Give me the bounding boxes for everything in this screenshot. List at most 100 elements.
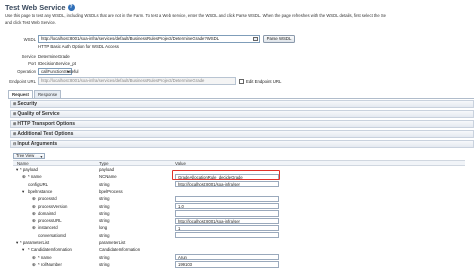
browse-icon[interactable] <box>253 37 258 41</box>
row-name: domainId <box>38 210 56 216</box>
page-title: Test Web Service <box>5 3 66 12</box>
tree-toggle-icon[interactable]: ⊕ <box>32 254 36 261</box>
row-name: * rollNumber <box>38 261 62 267</box>
row-type: string <box>99 210 110 216</box>
service-label: Service <box>21 54 36 59</box>
page-title-area: Test Web Service ? <box>5 3 75 12</box>
tab-request[interactable]: Request <box>8 90 33 98</box>
section-label: Input Arguments <box>17 141 58 147</box>
port-label: Port <box>28 61 36 66</box>
section-input-arguments[interactable]: ⊟ Input Arguments <box>10 140 474 148</box>
table-row: ▾ * parameterList parameterList <box>13 239 465 246</box>
row-type: string <box>99 254 110 260</box>
http-basic-auth-link[interactable]: HTTP Basic Auth Option for WSDL Access <box>38 44 119 49</box>
row-type: parameterList <box>99 240 126 245</box>
expand-icon: ⊞ <box>13 111 17 116</box>
row-type: string <box>99 232 110 238</box>
operation-value: callFunctionStateful <box>41 69 79 74</box>
endpoint-label: Endpoint URL <box>9 78 36 84</box>
section-label: Security <box>17 101 38 107</box>
endpoint-url-input[interactable]: http://localhost:8001/soa-infra/services… <box>38 77 236 85</box>
row-name: processURL <box>38 218 62 224</box>
tree-toggle-icon[interactable]: ▾ <box>16 239 18 246</box>
tree-toggle-icon[interactable]: ⊕ <box>22 173 26 180</box>
section-http-transport[interactable]: ⊞ HTTP Transport Options <box>10 120 474 128</box>
row-name: configURL <box>28 181 49 187</box>
collapse-icon: ⊟ <box>13 141 17 146</box>
value-input[interactable]: http://localhost:8001/soa-infra/ser <box>175 217 279 224</box>
edit-endpoint-checkbox[interactable] <box>239 79 244 84</box>
row-type: long <box>99 225 108 231</box>
wsdl-label: WSDL <box>23 36 36 42</box>
table-row: ⊕ * rollNumber string 199103 <box>13 261 465 268</box>
section-additional-test-options[interactable]: ⊞ Additional Test Options <box>10 130 474 138</box>
value-input[interactable]: 1 <box>175 224 279 232</box>
section-quality-of-service[interactable]: ⊞ Quality of Service <box>10 110 474 118</box>
edit-endpoint-label: Edit Endpoint URL <box>246 78 282 84</box>
value-input[interactable]: 1.0 <box>175 203 279 210</box>
tree-toggle-icon[interactable]: ⊕ <box>32 210 36 217</box>
tree-toggle-icon[interactable]: ⊕ <box>32 217 36 224</box>
row-type: payload <box>99 167 115 172</box>
tree-toggle-icon[interactable]: ⊕ <box>32 203 36 210</box>
table-row: ⊕ * name string Arun <box>13 254 465 261</box>
section-security[interactable]: ⊞ Security <box>10 100 474 108</box>
port-value: IDecisionService_pt <box>38 61 76 66</box>
table-row: ⊕ processVersion string 1.0 <box>13 203 465 210</box>
row-name: bpelInstance <box>28 188 53 194</box>
tree-toggle-icon[interactable]: ▾ <box>22 188 24 195</box>
value-input[interactable]: 199103 <box>175 261 279 268</box>
value-input[interactable] <box>175 210 279 217</box>
table-row: ⊕ domainId string <box>13 210 465 217</box>
tab-divider <box>8 98 474 99</box>
row-type: string <box>99 261 110 267</box>
instructions: Use this page to test any WSDL, includin… <box>5 13 473 26</box>
row-name: processVersion <box>38 203 68 209</box>
row-name: conversationId <box>38 232 66 238</box>
help-icon[interactable]: ? <box>67 4 75 11</box>
table-row: conversationId string <box>13 232 465 239</box>
value-input[interactable]: http://localhost:8001/soa-infra/ser <box>175 181 279 188</box>
row-type: string <box>99 196 110 202</box>
row-type: string <box>99 181 110 187</box>
row-name: instanceId <box>38 225 58 231</box>
tree-toggle-icon[interactable]: ⊕ <box>32 224 36 231</box>
tab-response[interactable]: Response <box>33 90 62 98</box>
section-label: Additional Test Options <box>17 131 74 137</box>
row-name: processId <box>38 196 57 202</box>
row-name: * parameterList <box>20 240 50 245</box>
value-input[interactable] <box>175 232 279 239</box>
chevron-down-icon: ▼ <box>39 154 43 159</box>
operation-select[interactable]: callFunctionStateful ▼ <box>38 68 79 75</box>
row-name: * name <box>28 174 42 180</box>
row-name: * name <box>38 254 52 260</box>
value-input[interactable] <box>175 195 279 202</box>
tree-toggle-icon[interactable]: ⊕ <box>32 195 36 202</box>
highlight-annotation <box>172 170 280 180</box>
expand-icon: ⊞ <box>13 121 17 126</box>
table-row: ⊕ processURL string http://localhost:800… <box>13 217 465 224</box>
tree-toggle-icon[interactable]: ⊕ <box>32 261 36 268</box>
wsdl-input[interactable]: http://localhost:8001/soa-infra/services… <box>38 35 260 43</box>
tree-toggle-icon[interactable]: ▾ <box>22 246 24 253</box>
instruction-line: and click Test Web Service. <box>5 19 57 25</box>
row-type: string <box>99 218 110 224</box>
table-row: ⊕ instanceId long 1 <box>13 224 465 232</box>
expand-icon: ⊞ <box>13 101 17 106</box>
row-name: * payload <box>20 167 38 172</box>
parse-wsdl-button[interactable]: Parse WSDL <box>263 35 295 43</box>
tree-view-select[interactable]: Tree View ▼ <box>13 153 45 159</box>
table-row: configURL string http://localhost:8001/s… <box>13 181 465 188</box>
tab-bar: Request Response <box>8 90 62 98</box>
row-type: CandidateInformation <box>99 247 141 253</box>
chevron-down-icon: ▼ <box>66 70 70 74</box>
service-value: DetermineGrade <box>38 54 70 59</box>
row-type: NCName <box>99 174 117 180</box>
table-row: ⊕ processId string <box>13 195 465 202</box>
table-row: ▾ * CandidateInformation CandidateInform… <box>13 246 465 253</box>
value-input[interactable]: Arun <box>175 254 279 261</box>
tree-toggle-icon[interactable]: ▾ <box>16 166 18 173</box>
tree-view-label: Tree View <box>16 153 35 158</box>
table-row: ▾ bpelInstance bpelProcess <box>13 188 465 195</box>
row-type: bpelProcess <box>99 188 123 194</box>
